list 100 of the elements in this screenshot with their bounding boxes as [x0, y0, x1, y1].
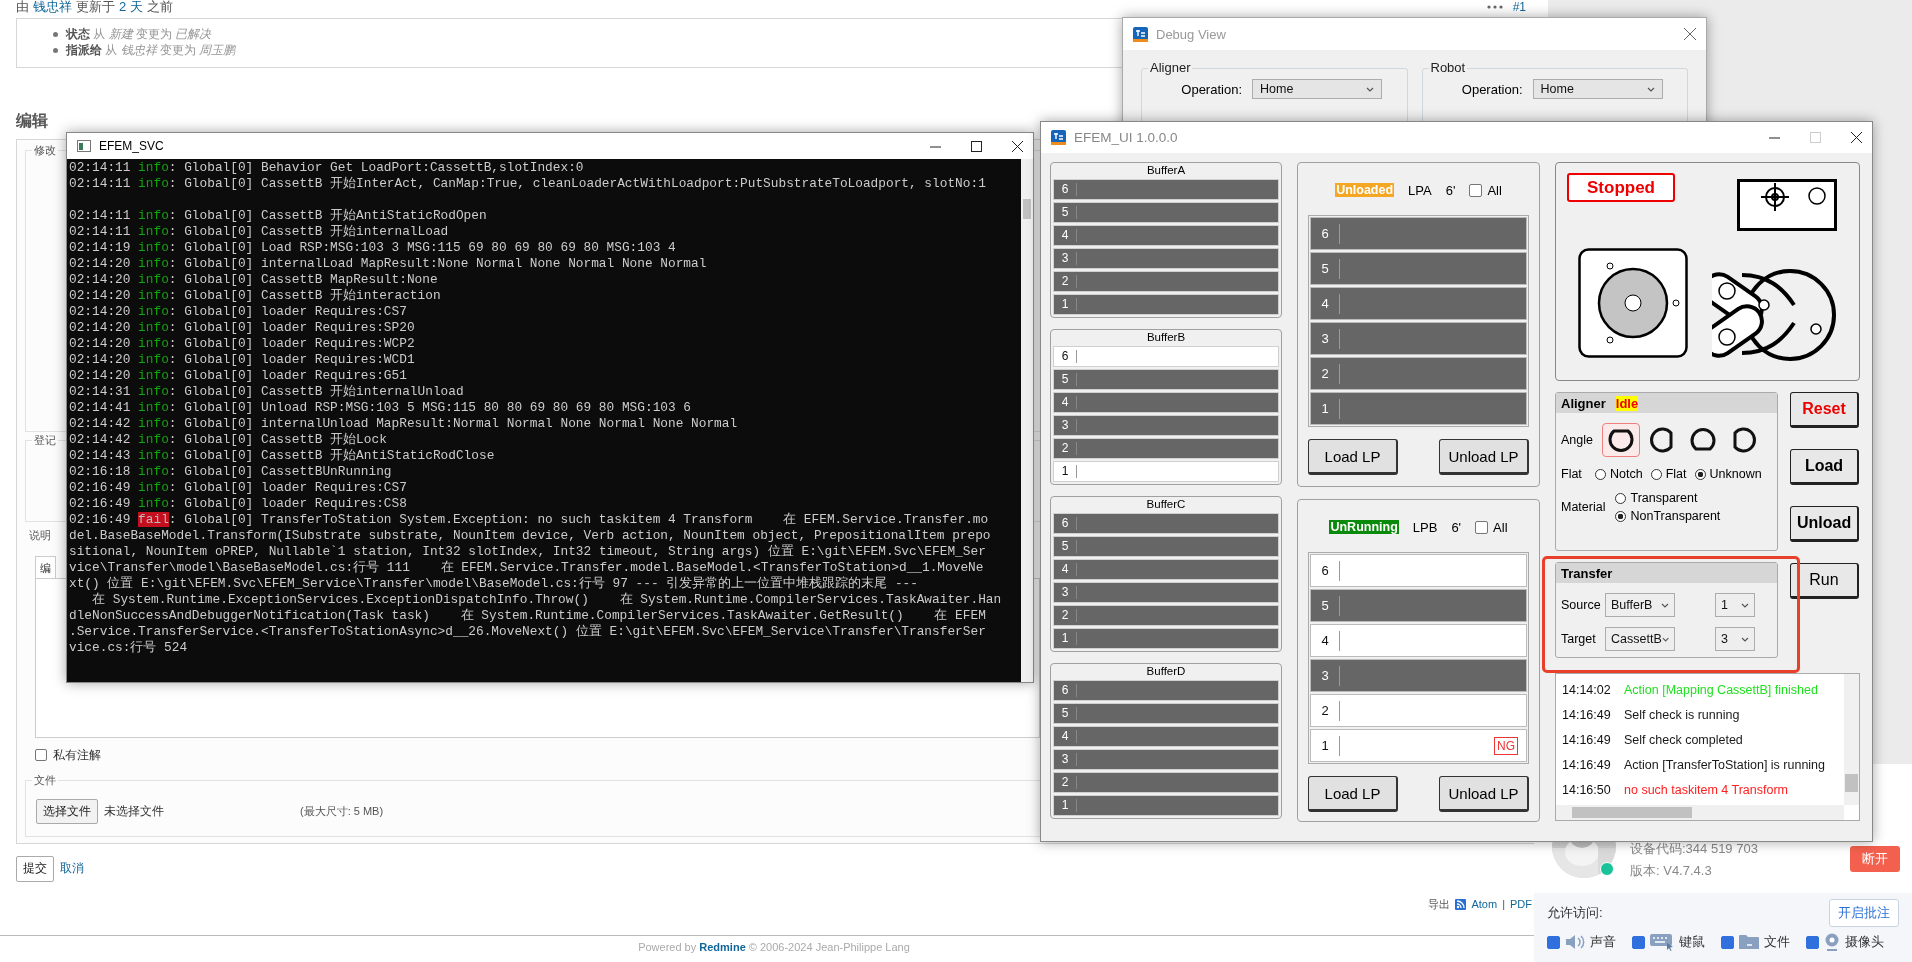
- scrollbar[interactable]: [1556, 805, 1844, 820]
- scrollbar[interactable]: [1021, 159, 1033, 682]
- wafer-slot[interactable]: 2: [1053, 772, 1279, 793]
- log-time: 14:16:50: [1562, 782, 1612, 797]
- wafer-slot[interactable]: 4: [1310, 624, 1527, 657]
- checkbox[interactable]: [35, 749, 47, 761]
- port-button[interactable]: Load LP: [1308, 439, 1398, 475]
- wafer-slot[interactable]: 5: [1310, 252, 1527, 285]
- radio-button[interactable]: [1694, 468, 1706, 480]
- checkbox[interactable]: [1547, 935, 1560, 949]
- wafer-slot[interactable]: 6: [1053, 513, 1279, 534]
- export-link[interactable]: PDF: [1510, 898, 1532, 910]
- journal-link[interactable]: 钱忠祥: [33, 0, 72, 14]
- wafer-slot[interactable]: 6: [1053, 346, 1279, 367]
- wafer-slot[interactable]: 1: [1310, 392, 1527, 425]
- wafer-slot[interactable]: 5: [1053, 536, 1279, 557]
- wafer-slot[interactable]: 2: [1053, 271, 1279, 292]
- wafer-slot[interactable]: 4: [1310, 287, 1527, 320]
- log-line: 02:14:19 info: Global[0] Load RSP:MSG:103 3 MSG:115 69 80 69 80 69 80 MSG:103 4: [69, 240, 677, 256]
- wafer-slot[interactable]: 4: [1053, 225, 1279, 246]
- wafer-slot[interactable]: 5: [1310, 589, 1527, 622]
- action-button[interactable]: Run: [1790, 563, 1859, 599]
- wafer-slot[interactable]: 3: [1053, 582, 1279, 603]
- journal-link[interactable]: 2 天: [119, 0, 143, 14]
- caret-icon: [1741, 636, 1749, 642]
- port-button[interactable]: Unload LP: [1439, 776, 1529, 812]
- wafer-slot[interactable]: 2: [1053, 605, 1279, 626]
- wafer-slot[interactable]: 3: [1053, 415, 1279, 436]
- checkbox[interactable]: [1632, 935, 1645, 949]
- wafer-slot[interactable]: 5: [1053, 703, 1279, 724]
- slot-number: 2: [1054, 776, 1077, 789]
- editor-tab[interactable]: 编: [35, 556, 56, 578]
- wafer-slot[interactable]: 3: [1053, 749, 1279, 770]
- action-button[interactable]: Load: [1790, 449, 1859, 485]
- wafer-slot[interactable]: 3: [1310, 659, 1527, 692]
- slot-number: 4: [1054, 229, 1077, 242]
- wafer-slot[interactable]: 2: [1310, 694, 1527, 727]
- export-link[interactable]: Atom: [1471, 898, 1498, 910]
- maximize-icon[interactable]: [971, 140, 982, 152]
- orientation-option[interactable]: [1602, 423, 1640, 457]
- choose-file-button[interactable]: 选择文件: [36, 799, 98, 824]
- all-checkbox[interactable]: All: [1475, 519, 1508, 535]
- action-button[interactable]: Unload: [1790, 506, 1859, 542]
- radio-button[interactable]: [1615, 492, 1627, 504]
- journal-number[interactable]: #1: [1512, 0, 1526, 14]
- wafer-size: 6': [1451, 519, 1462, 535]
- wafer-slot[interactable]: 1: [1053, 795, 1279, 816]
- wafer-slot[interactable]: 3: [1053, 248, 1279, 269]
- disconnect-button[interactable]: 断开: [1850, 846, 1900, 872]
- wafer-slot[interactable]: 1: [1053, 294, 1279, 315]
- wafer-slot[interactable]: 6: [1053, 179, 1279, 200]
- more-icon[interactable]: [1486, 5, 1503, 9]
- wafer-slot[interactable]: 3: [1310, 322, 1527, 355]
- radio-button[interactable]: [1615, 510, 1627, 522]
- submit-button[interactable]: 提交: [16, 855, 54, 882]
- annotate-button[interactable]: 开启批注: [1829, 899, 1899, 927]
- radio-label[interactable]: NonTransparent: [1630, 509, 1721, 523]
- wafer-slot[interactable]: 4: [1053, 392, 1279, 413]
- radio-label[interactable]: Notch: [1610, 467, 1643, 481]
- checkbox[interactable]: [1806, 935, 1819, 949]
- journal-text: 更新于: [76, 0, 115, 14]
- port-button[interactable]: Load LP: [1308, 776, 1398, 812]
- wafer-slot[interactable]: 1: [1053, 461, 1279, 482]
- wafer-slot[interactable]: 5: [1053, 369, 1279, 390]
- cancel-link[interactable]: 取消: [60, 860, 84, 877]
- radio-label[interactable]: Unknown: [1709, 467, 1762, 481]
- wafer-slot[interactable]: 2: [1053, 438, 1279, 459]
- wafer-slot[interactable]: 4: [1053, 559, 1279, 580]
- wafer-flat-icon: [1648, 426, 1676, 454]
- action-button[interactable]: Reset: [1790, 392, 1859, 428]
- checkbox[interactable]: [1721, 935, 1734, 949]
- log-message: Action [TransferToStation] is running: [1624, 757, 1826, 772]
- redmine-link[interactable]: Redmine: [699, 941, 746, 953]
- log-line: 02:14:31 info: Global[0] CassettB 开始internalUnload: [69, 384, 465, 400]
- dropdown[interactable]: CassettB: [1605, 627, 1675, 651]
- radio-label[interactable]: Transparent: [1630, 491, 1698, 505]
- wafer-slot[interactable]: 6: [1310, 217, 1527, 250]
- radio-button[interactable]: [1595, 468, 1606, 480]
- wafer-slot[interactable]: 2: [1310, 357, 1527, 390]
- wafer-slot[interactable]: 4: [1053, 726, 1279, 747]
- scrollbar[interactable]: [1844, 674, 1859, 805]
- wafer-slot[interactable]: 6: [1053, 680, 1279, 701]
- dropdown[interactable]: BufferB: [1605, 593, 1675, 617]
- close-icon[interactable]: [1012, 140, 1023, 152]
- wafer-slot[interactable]: 6: [1310, 554, 1527, 587]
- slot-number: 6: [1054, 517, 1077, 530]
- radio-button[interactable]: [1650, 468, 1662, 480]
- wafer-slot[interactable]: 1 NG: [1310, 729, 1527, 762]
- port-button[interactable]: Unload LP: [1439, 439, 1529, 475]
- wafer-slot[interactable]: 1: [1053, 628, 1279, 649]
- all-checkbox[interactable]: All: [1469, 182, 1502, 198]
- dropdown[interactable]: 1: [1715, 593, 1755, 617]
- dropdown[interactable]: Home: [1252, 79, 1382, 99]
- radio-label[interactable]: Flat: [1665, 467, 1687, 481]
- wafer-slot[interactable]: 5: [1053, 202, 1279, 223]
- field-label: Operation:: [1180, 81, 1242, 97]
- dropdown[interactable]: Home: [1532, 79, 1663, 99]
- dropdown[interactable]: 3: [1715, 627, 1755, 651]
- log-line: 02:14:20 info: Global[0] CassettB 开始interaction: [69, 288, 442, 304]
- close-icon[interactable]: [1851, 132, 1862, 143]
